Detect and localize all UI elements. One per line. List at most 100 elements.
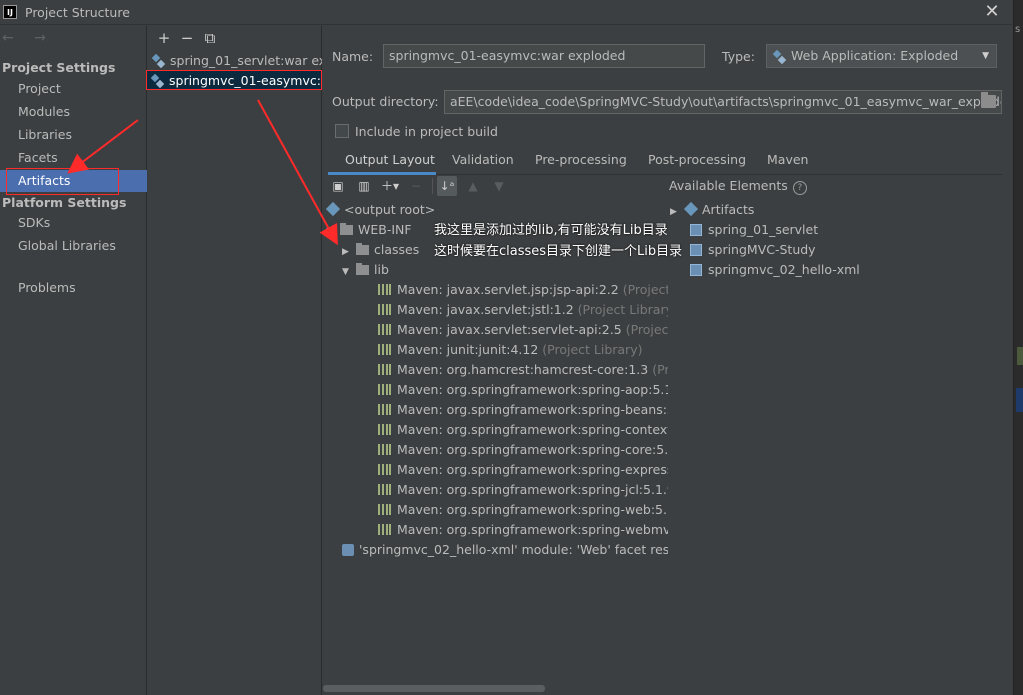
library-row[interactable]: Maven: org.springframework:spring-webmvc… xyxy=(378,520,668,540)
nav-item-problems[interactable]: Problems xyxy=(0,277,147,299)
include-in-build-checkbox[interactable] xyxy=(335,124,349,138)
available-module-node[interactable]: springmvc_02_hello-xml xyxy=(690,260,1000,280)
move-up-icon[interactable]: ▲ xyxy=(463,176,483,196)
library-note: (Project Library) xyxy=(542,342,643,357)
nav-item-sdks[interactable]: SDKs xyxy=(0,212,147,234)
expanded-arrow-icon: ▼ xyxy=(342,267,349,277)
library-icon xyxy=(378,284,391,295)
tree-node-output-root[interactable]: <output root> xyxy=(326,200,666,220)
artifacts-icon xyxy=(683,201,699,217)
library-name: Maven: org.hamcrest:hamcrest-core:1.3 xyxy=(397,362,649,377)
library-row[interactable]: Maven: javax.servlet:jstl:1.2 (Project L… xyxy=(378,300,668,320)
library-row[interactable]: Maven: org.springframework:spring-web:5.… xyxy=(378,500,668,520)
library-name: Maven: org.springframework:spring-contex… xyxy=(397,422,668,437)
library-row[interactable]: Maven: org.springframework:spring-aop:5.… xyxy=(378,380,668,400)
library-row[interactable]: Maven: org.springframework:spring-core:5… xyxy=(378,440,668,460)
library-name: Maven: org.springframework:spring-expres… xyxy=(397,462,668,477)
available-module-node[interactable]: springMVC-Study xyxy=(690,240,1000,260)
browse-folder-icon[interactable] xyxy=(981,92,996,108)
library-row[interactable]: Maven: org.springframework:spring-beans:… xyxy=(378,400,668,420)
library-icon xyxy=(378,484,391,495)
library-row[interactable]: Maven: org.springframework:spring-expres… xyxy=(378,460,668,480)
remove-artifact-button[interactable]: − xyxy=(177,28,197,48)
library-icon xyxy=(378,344,391,355)
output-directory-label: Output directory: xyxy=(332,94,439,109)
chevron-down-icon: ▼ xyxy=(982,51,989,61)
tree-node-label: 'springmvc_02_hello-xml' module: 'Web' f… xyxy=(359,542,668,557)
library-icon xyxy=(378,444,391,455)
remove-element-icon[interactable]: − xyxy=(406,176,426,196)
library-row[interactable]: Maven: org.springframework:spring-jcl:5.… xyxy=(378,480,668,500)
nav-item-facets[interactable]: Facets xyxy=(0,147,147,169)
artifact-item-selected[interactable]: springmvc_01-easymvc:war exploded xyxy=(146,70,322,90)
annotation-note-line2: 这时候要在classes目录下创建一个Lib目录 xyxy=(434,244,683,259)
folder-icon xyxy=(356,243,369,255)
tree-node-label: springMVC-Study xyxy=(708,242,816,257)
library-name: Maven: javax.servlet:servlet-api:2.5 xyxy=(397,322,622,337)
close-icon[interactable]: ✕ xyxy=(982,2,1002,22)
active-tab-indicator xyxy=(328,172,436,175)
library-row[interactable]: Maven: org.springframework:spring-contex… xyxy=(378,420,668,440)
nav-item-modules[interactable]: Modules xyxy=(0,101,147,123)
add-artifact-button[interactable]: + xyxy=(154,28,174,48)
available-artifacts-node[interactable]: ▶ Artifacts xyxy=(670,200,1000,220)
library-icon xyxy=(378,464,391,475)
module-icon xyxy=(690,264,702,276)
tab-maven[interactable]: Maven xyxy=(765,148,810,174)
library-icon xyxy=(378,324,391,335)
horizontal-scrollbar[interactable] xyxy=(323,685,545,692)
type-label: Type: xyxy=(722,49,755,64)
nav-item-libraries[interactable]: Libraries xyxy=(0,124,147,146)
move-down-icon[interactable]: ▼ xyxy=(489,176,509,196)
tree-node-label: Artifacts xyxy=(702,202,755,217)
tree-node-lib[interactable]: ▼ lib xyxy=(342,260,662,280)
library-name: Maven: org.springframework:spring-jcl:5.… xyxy=(397,482,668,497)
name-label: Name: xyxy=(332,49,374,64)
artifact-item-label: spring_01_servlet:war exploded xyxy=(170,53,322,68)
add-copy-icon[interactable]: ＋▾ xyxy=(380,176,400,196)
tab-output-layout[interactable]: Output Layout xyxy=(343,148,437,174)
output-layout-toolbar: ▣ ▥ ＋▾ − ↓ᵃ ▲ ▼ xyxy=(328,176,515,196)
output-directory-field[interactable]: aEE\code\idea_code\SpringMVC-Study\out\a… xyxy=(444,90,1002,114)
copy-artifact-button[interactable]: ⧉ xyxy=(200,28,220,48)
back-forward-icons[interactable]: ← → xyxy=(2,30,54,46)
create-archive-icon[interactable]: ▥ xyxy=(354,176,374,196)
library-row[interactable]: Maven: javax.servlet.jsp:jsp-api:2.2 (Pr… xyxy=(378,280,668,300)
tab-validation[interactable]: Validation xyxy=(450,148,516,174)
artifact-name-field[interactable]: springmvc_01-easymvc:war exploded xyxy=(383,44,705,68)
available-elements-header: Available Elements? xyxy=(669,178,807,195)
artifact-item[interactable]: spring_01_servlet:war exploded xyxy=(148,51,322,71)
library-note: (Project Library) xyxy=(577,302,668,317)
library-row[interactable]: Maven: junit:junit:4.12 (Project Library… xyxy=(378,340,668,360)
library-icon xyxy=(378,524,391,535)
tab-post-processing[interactable]: Post-processing xyxy=(646,148,748,174)
annotation-artifacts-highlight xyxy=(6,168,119,195)
tree-node-label: classes xyxy=(374,242,420,257)
artifact-type-value: Web Application: Exploded xyxy=(791,48,959,63)
intellij-app-icon: IJ xyxy=(3,5,17,19)
nav-item-project[interactable]: Project xyxy=(0,78,147,100)
tab-pre-processing[interactable]: Pre-processing xyxy=(533,148,629,174)
nav-item-global-libraries[interactable]: Global Libraries xyxy=(0,235,147,257)
web-artifact-icon xyxy=(772,49,787,71)
edge-mark xyxy=(1016,388,1023,412)
tree-node-label: WEB-INF xyxy=(358,222,412,237)
help-icon[interactable]: ? xyxy=(792,181,807,195)
edge-glyph: s xyxy=(1015,24,1021,35)
create-directory-icon[interactable]: ▣ xyxy=(328,176,348,196)
library-row[interactable]: Maven: javax.servlet:servlet-api:2.5 (Pr… xyxy=(378,320,668,340)
library-name: Maven: org.springframework:spring-core:5… xyxy=(397,442,668,457)
output-directory-value: aEE\code\idea_code\SpringMVC-Study\out\a… xyxy=(450,94,1002,109)
library-note: (Projec xyxy=(652,362,668,377)
folder-icon xyxy=(356,263,369,275)
tree-node-label: lib xyxy=(374,262,389,277)
available-module-node[interactable]: spring_01_servlet xyxy=(690,220,1000,240)
library-name: Maven: javax.servlet.jsp:jsp-api:2.2 xyxy=(397,282,619,297)
library-row[interactable]: Maven: org.hamcrest:hamcrest-core:1.3 (P… xyxy=(378,360,668,380)
library-name: Maven: javax.servlet:jstl:1.2 xyxy=(397,302,574,317)
artifact-type-dropdown[interactable]: Web Application: Exploded ▼ xyxy=(766,44,997,68)
library-icon xyxy=(378,504,391,515)
tree-node-facet-resource[interactable]: 'springmvc_02_hello-xml' module: 'Web' f… xyxy=(342,540,668,560)
tree-node-label: springmvc_02_hello-xml xyxy=(708,262,860,277)
sort-elements-icon[interactable]: ↓ᵃ xyxy=(437,176,457,196)
